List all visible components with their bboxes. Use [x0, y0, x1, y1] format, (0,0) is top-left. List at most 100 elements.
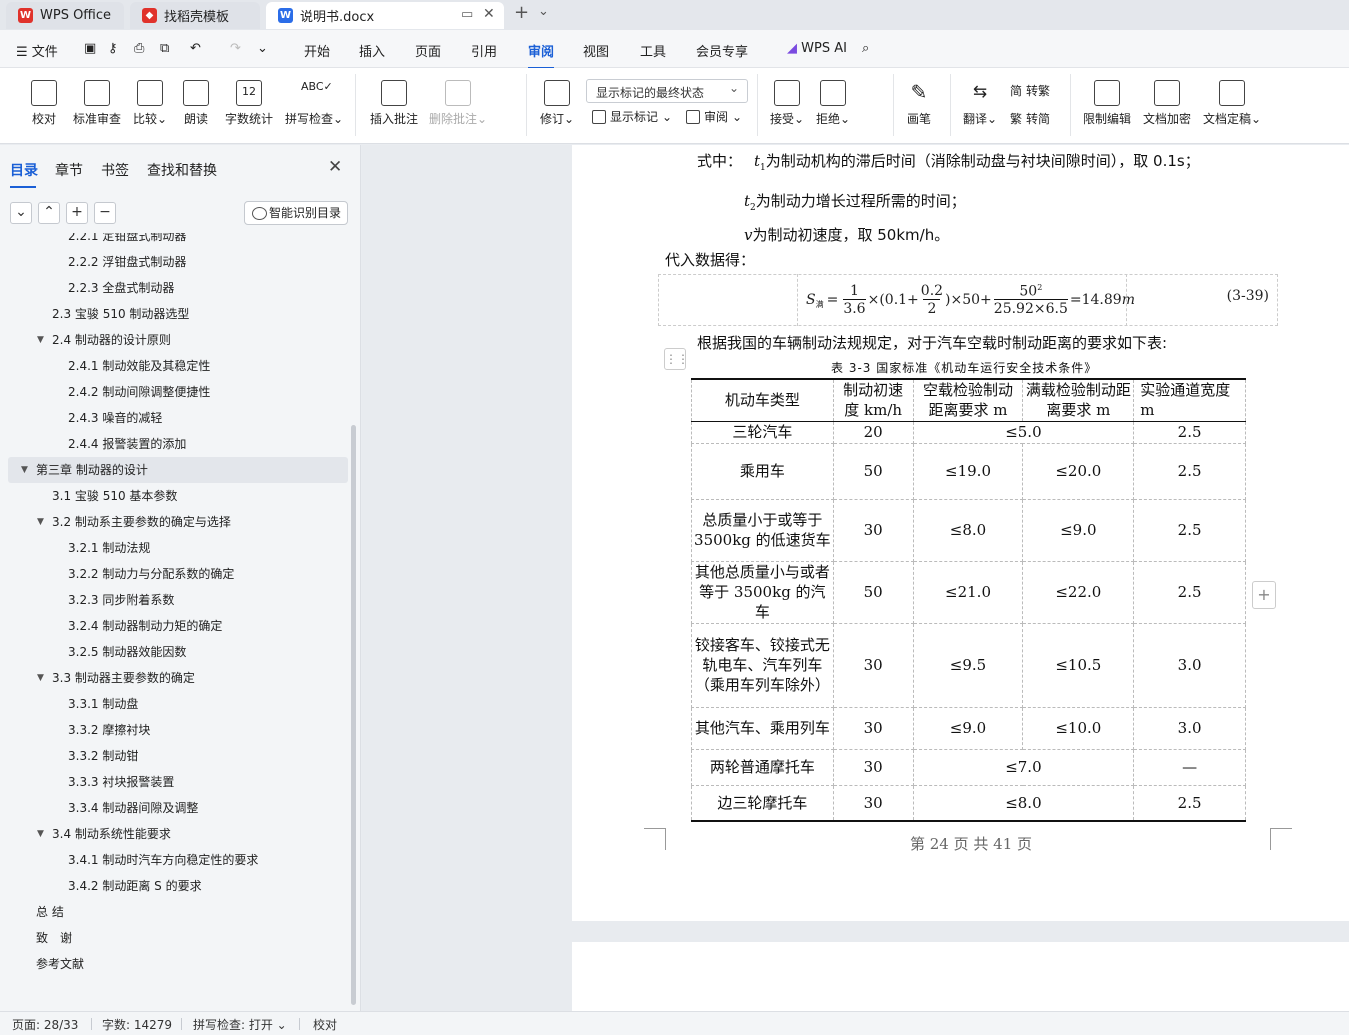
toc-item[interactable]: 2.2.2 浮钳盘式制动器 [68, 249, 186, 275]
toc-item[interactable]: 3.3.1 制动盘 [68, 691, 138, 717]
preview-icon[interactable]: ⧉ [160, 41, 169, 56]
menu-start[interactable]: 开始 [304, 41, 330, 60]
toc-item[interactable]: ▼ 3.3 制动器主要参数的确定 [37, 665, 195, 691]
tab-template[interactable]: ◆ 找稻壳模板 [130, 2, 260, 29]
table-cell: 2.5 [1133, 498, 1246, 562]
toc-item[interactable]: 3.2.3 同步附着系数 [68, 587, 174, 613]
toc-item[interactable]: 2.4.2 制动间隙调整便捷性 [68, 379, 210, 405]
tab-bookmarks[interactable]: 书签 [101, 160, 129, 180]
toc-item[interactable]: 致 谢 [36, 925, 72, 951]
toc-item[interactable]: 2.2.3 全盘式制动器 [68, 275, 174, 301]
read-aloud-button[interactable]: 朗读 [182, 80, 210, 127]
toc-item[interactable]: ▼ 3.2 制动系主要参数的确定与选择 [37, 509, 231, 535]
toc-item[interactable]: 2.2.1 定钳盘式制动器 [68, 233, 186, 249]
page-indicator[interactable]: 页面: 28/33 [12, 1016, 78, 1033]
table-drag-handle[interactable]: ⋮⋮ [664, 348, 689, 370]
tab-chapters[interactable]: 章节 [55, 160, 83, 180]
close-pane-icon[interactable]: ✕ [328, 157, 342, 177]
key-icon[interactable]: ⚷ [108, 41, 118, 56]
proof-status[interactable]: 校对 [313, 1016, 337, 1033]
print-icon[interactable]: ⎙ [134, 41, 144, 56]
menu-reference[interactable]: 引用 [471, 41, 497, 60]
toc-item[interactable]: 3.2.1 制动法规 [68, 535, 150, 561]
caret-down-icon[interactable]: ▼ [37, 821, 44, 847]
track-changes-button[interactable]: 修订⌄ [538, 80, 576, 127]
word-count[interactable]: 字数: 14279 [102, 1016, 172, 1033]
menu-tools[interactable]: 工具 [640, 41, 666, 60]
spell-check-button[interactable]: ABC✓ 拼写检查⌄ [284, 80, 344, 127]
accept-button[interactable]: 接受⌄ [768, 80, 806, 127]
toc-item[interactable]: 参考文献 [36, 951, 84, 977]
tab-document[interactable]: W 说明书.docx ▭ ✕ [266, 2, 504, 29]
tab-toc[interactable]: 目录 [10, 160, 38, 188]
chevron-down-icon[interactable]: ⌄ [538, 4, 549, 19]
std-review-button[interactable]: 标准审查 [72, 80, 122, 127]
wps-ai-button[interactable]: ◢ WPS AI [787, 41, 847, 56]
translate-button[interactable]: ⇆ 翻译⌄ [960, 80, 1000, 127]
caret-down-icon[interactable]: ▼ [37, 665, 44, 691]
new-tab-icon[interactable]: + [514, 2, 529, 23]
encrypt-button[interactable]: 文档加密 [1142, 80, 1192, 127]
toc-item[interactable]: 2.4.3 噪音的减轻 [68, 405, 162, 431]
reject-button[interactable]: 拒绝⌄ [814, 80, 852, 127]
toc-item[interactable]: 3.4.1 制动时汽车方向稳定性的要求 [68, 847, 258, 873]
equation-block: S 满 = 1 3.6 ×(0.1+ 0.2 2 )×50+ 502 25.92×6.5 … [658, 274, 1278, 326]
collapse-icon[interactable]: ⌄ [10, 202, 32, 224]
delete-comment-button[interactable]: 删除批注⌄ [428, 80, 488, 127]
toc-item[interactable]: 3.3.2 制动钳 [68, 743, 138, 769]
menu-view[interactable]: 视图 [583, 41, 609, 60]
add-heading-icon[interactable]: + [66, 202, 88, 224]
smart-toc-button[interactable]: 智能识别目录 [244, 201, 348, 225]
toc-item[interactable]: 3.2.5 制动器效能因数 [68, 639, 186, 665]
toc-item[interactable]: 3.3.4 制动器间隙及调整 [68, 795, 198, 821]
word-count-button[interactable]: 12 字数统计 [224, 80, 274, 127]
toc-item[interactable]: ▼ 2.4 制动器的设计原则 [37, 327, 171, 353]
toc-item[interactable]: ▼ 第三章 制动器的设计 [8, 457, 348, 483]
scrollbar[interactable] [351, 425, 356, 1005]
toc-item[interactable]: 3.4.2 制动距离 S 的要求 [68, 873, 202, 899]
remove-heading-icon[interactable]: − [94, 202, 116, 224]
add-column-icon[interactable]: + [1252, 581, 1276, 609]
menu-membership[interactable]: 会员专享 [696, 41, 748, 60]
pane-icon [686, 109, 700, 124]
toc-item[interactable]: 2.4.1 制动效能及其稳定性 [68, 353, 210, 379]
undo-icon[interactable]: ↶ [190, 41, 201, 56]
toc-item[interactable]: 3.1 宝骏 510 基本参数 [52, 483, 177, 509]
toc-item[interactable]: 2.3 宝骏 510 制动器选型 [52, 301, 189, 327]
compare-button[interactable]: 比较⌄ [132, 80, 168, 127]
spell-check-status[interactable]: 拼写检查: 打开 ⌄ [193, 1016, 287, 1033]
review-pane-button[interactable]: 审阅 ⌄ [686, 108, 742, 125]
save-icon[interactable]: ▣ [84, 41, 96, 56]
redo-icon[interactable]: ↷ [230, 41, 241, 56]
to-simplified-button[interactable]: 繁转简 [1010, 110, 1050, 127]
tab-find-replace[interactable]: 查找和替换 [147, 160, 217, 180]
pen-button[interactable]: ✎ 画笔 [904, 80, 934, 127]
menu-page[interactable]: 页面 [415, 41, 441, 60]
insert-comment-button[interactable]: 插入批注 [368, 80, 420, 127]
proof-button[interactable]: 校对 [30, 80, 58, 127]
caret-down-icon[interactable]: ▼ [37, 509, 44, 535]
menu-insert[interactable]: 插入 [359, 41, 385, 60]
expand-up-icon[interactable]: ⌃ [38, 202, 60, 224]
toc-item[interactable]: 3.2.2 制动力与分配系数的确定 [68, 561, 234, 587]
close-tab-icon[interactable]: ✕ [483, 6, 495, 22]
toc-item[interactable]: ▼ 3.4 制动系统性能要求 [37, 821, 171, 847]
toc-item[interactable]: 3.3.2 摩擦衬块 [68, 717, 150, 743]
restrict-edit-button[interactable]: 限制编辑 [1082, 80, 1132, 127]
more-icon[interactable]: ⌄ [257, 41, 268, 56]
window-icon[interactable]: ▭ [461, 7, 473, 22]
toc-item[interactable]: 2.4.4 报警装置的添加 [68, 431, 186, 457]
tab-wps-office[interactable]: W WPS Office [6, 2, 124, 29]
search-icon[interactable]: ⌕ [862, 41, 869, 56]
menu-review[interactable]: 审阅 [528, 41, 555, 69]
toc-item[interactable]: 3.2.4 制动器制动力矩的确定 [68, 613, 222, 639]
display-state-select[interactable]: 显示标记的最终状态 [586, 79, 748, 103]
show-markup-button[interactable]: 显示标记 ⌄ [592, 108, 672, 125]
caret-down-icon[interactable]: ▼ [37, 327, 44, 353]
toc-item[interactable]: 总 结 [36, 899, 64, 925]
toc-item[interactable]: 3.3.3 衬块报警装置 [68, 769, 174, 795]
to-traditional-button[interactable]: 简转繁 [1010, 82, 1050, 99]
caret-down-icon[interactable]: ▼ [21, 457, 28, 483]
file-menu[interactable]: ☰ 文件 [16, 41, 58, 60]
finalize-button[interactable]: 文档定稿⌄ [1202, 80, 1262, 127]
